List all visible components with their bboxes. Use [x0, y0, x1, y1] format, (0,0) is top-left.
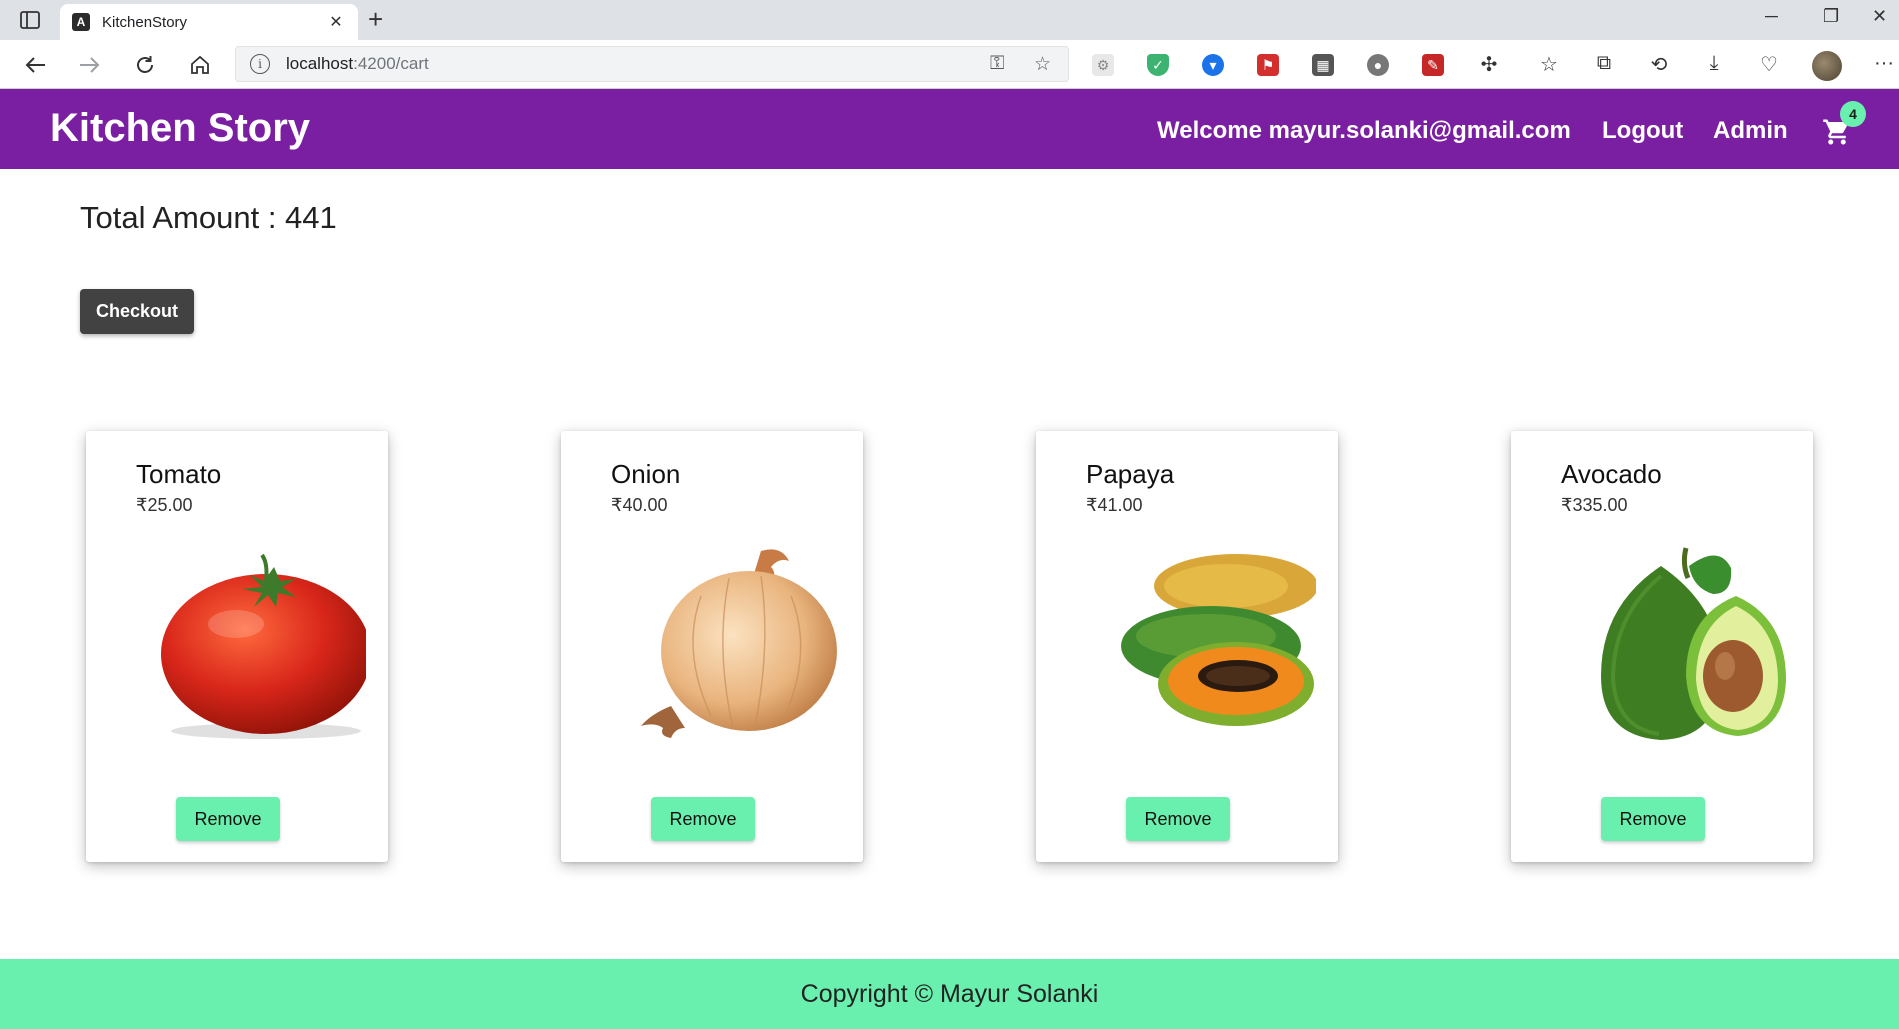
shield-extension-icon[interactable]: ✓ — [1147, 54, 1169, 76]
new-tab-icon[interactable]: + — [368, 6, 383, 32]
reload-icon[interactable] — [130, 50, 160, 80]
item-name: Papaya — [1086, 459, 1175, 489]
avocado-image — [1601, 547, 1786, 740]
remove-button[interactable]: Remove — [176, 797, 280, 841]
window-close-icon[interactable]: ✕ — [1872, 6, 1887, 27]
remove-button[interactable]: Remove — [1601, 797, 1705, 841]
checkout-button[interactable]: Checkout — [80, 289, 194, 334]
back-icon[interactable] — [20, 50, 50, 80]
item-price: ₹40.00 — [611, 495, 668, 515]
sidebar-icon[interactable] — [14, 8, 46, 32]
cart-item-card: Papaya ₹41.00 Remove — [1036, 431, 1338, 862]
url-host: localhost — [286, 54, 354, 73]
download-icon[interactable]: ⤓ — [1701, 52, 1727, 75]
profile-avatar[interactable] — [1812, 51, 1842, 81]
item-name: Onion — [611, 459, 681, 489]
remove-button[interactable]: Remove — [651, 797, 755, 841]
address-bar[interactable]: i localhost:4200/cart ⚿ ☆ — [235, 46, 1069, 82]
angular-favicon-icon: A — [72, 13, 90, 31]
favorites-icon[interactable]: ☆ — [1536, 52, 1562, 77]
home-icon[interactable] — [185, 50, 215, 80]
collections-icon[interactable]: ⧉ — [1591, 52, 1617, 75]
item-price: ₹25.00 — [136, 495, 193, 515]
item-name: Tomato — [136, 459, 222, 489]
grid-extension-icon[interactable]: ▦ — [1312, 54, 1334, 76]
admin-link[interactable]: Admin — [1713, 117, 1788, 145]
tomato-image — [161, 553, 366, 739]
favorite-add-icon[interactable]: ☆ — [1034, 53, 1051, 76]
brand-title[interactable]: Kitchen Story — [50, 106, 310, 151]
browser-tab-strip: A KitchenStory ✕ + ─ ❐ ✕ — [0, 0, 1899, 40]
circle-extension-icon[interactable]: ● — [1367, 54, 1389, 76]
history-icon[interactable]: ⟲ — [1646, 52, 1672, 77]
footer-copyright: Copyright © Mayur Solanki — [800, 979, 1099, 1008]
cart-item-card: Onion ₹40.00 Remove — [561, 431, 863, 862]
minimize-icon[interactable]: ─ — [1765, 6, 1778, 27]
papaya-image — [1121, 554, 1316, 726]
pdf-extension-icon[interactable]: ⚑ — [1257, 54, 1279, 76]
pen-extension-icon[interactable]: ✎ — [1422, 54, 1444, 76]
item-price: ₹335.00 — [1561, 495, 1628, 515]
cart-count-badge: 4 — [1840, 101, 1866, 127]
cart-item-card: Avocado ₹335.00 Remove — [1511, 431, 1813, 862]
browser-tab[interactable]: A KitchenStory ✕ — [60, 4, 358, 40]
total-amount: Total Amount : 441 — [80, 200, 337, 235]
item-name: Avocado — [1561, 459, 1662, 489]
extensions-icon[interactable]: ✣ — [1476, 52, 1502, 77]
remove-button[interactable]: Remove — [1126, 797, 1230, 841]
info-icon[interactable]: i — [250, 54, 270, 74]
restore-icon[interactable]: ❐ — [1823, 6, 1839, 27]
extension-gray-icon[interactable]: ⚙ — [1092, 54, 1114, 76]
forward-icon[interactable] — [75, 50, 105, 80]
welcome-text: Welcome mayur.solanki@gmail.com — [1157, 117, 1571, 144]
close-icon[interactable]: ✕ — [326, 12, 346, 32]
url-path: :4200/cart — [353, 54, 429, 73]
footer: Copyright © Mayur Solanki — [0, 959, 1899, 1029]
onion-image — [641, 549, 837, 738]
cart-item-card: Tomato ₹25.00 Remove — [86, 431, 388, 862]
key-icon[interactable]: ⚿ — [990, 53, 1004, 75]
tab-title: KitchenStory — [102, 13, 188, 31]
logout-link[interactable]: Logout — [1602, 117, 1683, 145]
item-price: ₹41.00 — [1086, 495, 1143, 515]
performance-icon[interactable]: ♡ — [1756, 52, 1782, 77]
browser-toolbar: i localhost:4200/cart ⚿ ☆ ⚙ ✓ ▾ ⚑ ▦ ● ✎ … — [0, 40, 1899, 89]
more-icon[interactable]: ··· — [1871, 52, 1897, 75]
download-extension-icon[interactable]: ▾ — [1202, 54, 1224, 76]
app-header: Kitchen Story Welcome mayur.solanki@gmai… — [0, 89, 1899, 169]
